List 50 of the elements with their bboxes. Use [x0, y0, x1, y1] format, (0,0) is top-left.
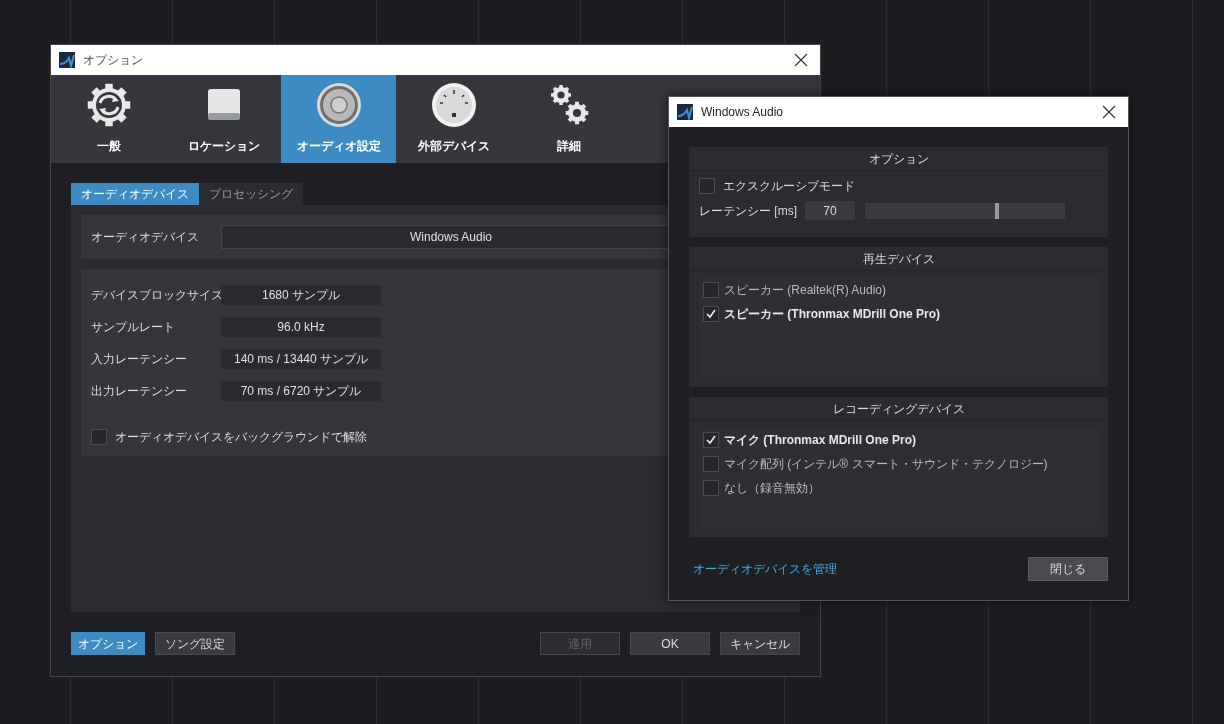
value-field: 70 ms / 6720 サンプル — [221, 381, 381, 401]
checkbox[interactable] — [703, 282, 719, 298]
checkbox-label: エクスクルーシブモード — [723, 178, 855, 195]
device-item[interactable]: なし（録音無効） — [703, 479, 1094, 497]
section-heading: レコーディングデバイス — [689, 397, 1108, 421]
slider-thumb[interactable] — [995, 202, 999, 219]
sub-tab[interactable]: プロセッシング — [199, 183, 303, 205]
checkbox[interactable] — [703, 480, 719, 496]
close-icon[interactable] — [794, 53, 808, 67]
manage-devices-link[interactable]: オーディオデバイスを管理 — [689, 560, 837, 578]
close-icon[interactable] — [1102, 105, 1116, 119]
device-item[interactable]: スピーカー (Thronmax MDrill One Pro) — [703, 305, 1094, 323]
value-field: 140 ms / 13440 サンプル — [221, 349, 381, 369]
field-label: サンプルレート — [91, 319, 176, 336]
category-tab[interactable]: 詳細 — [511, 75, 626, 163]
footer-button[interactable]: OK — [630, 632, 710, 655]
section-heading: 再生デバイス — [689, 247, 1108, 271]
footer-button[interactable]: ソング設定 — [155, 632, 235, 655]
field-label: オーディオデバイス — [91, 229, 200, 246]
value-field: 96.0 kHz — [221, 317, 381, 337]
section-heading: オプション — [689, 147, 1108, 171]
close-button[interactable]: 閉じる — [1028, 557, 1108, 581]
field-label: レーテンシー [ms] — [699, 202, 797, 220]
device-item[interactable]: スピーカー (Realtek(R) Audio) — [703, 281, 1094, 299]
value-field: 1680 サンプル — [221, 285, 381, 305]
device-item[interactable]: マイク配列 (インテル® スマート・サウンド・テクノロジー) — [703, 455, 1094, 473]
category-tab[interactable]: オーディオ設定 — [281, 75, 396, 163]
latency-slider[interactable] — [865, 202, 1065, 219]
app-logo-icon — [677, 104, 693, 120]
category-tab[interactable]: ロケーション — [166, 75, 281, 163]
category-tab[interactable]: 一般 — [51, 75, 166, 163]
checkbox[interactable] — [699, 178, 715, 194]
checkbox[interactable] — [703, 306, 719, 322]
window-title: Windows Audio — [701, 104, 784, 121]
checkbox-label: オーディオデバイスをバックグラウンドで解除 — [115, 429, 367, 446]
footer-button[interactable]: キャンセル — [720, 632, 800, 655]
sub-tab[interactable]: オーディオデバイス — [71, 183, 199, 205]
category-tab[interactable]: 外部デバイス — [396, 75, 511, 163]
field-label: 入力レーテンシー — [91, 351, 188, 368]
checkbox[interactable] — [91, 429, 107, 445]
checkbox[interactable] — [703, 432, 719, 448]
gauge-icon — [429, 81, 478, 129]
speaker-icon — [314, 81, 363, 129]
checkbox[interactable] — [703, 456, 719, 472]
field-label: 出力レーテンシー — [91, 383, 188, 400]
latency-field[interactable]: 70 — [805, 201, 855, 220]
window-title: オプション — [83, 52, 143, 69]
app-logo-icon — [59, 52, 75, 68]
footer-button[interactable]: オプション — [71, 632, 145, 655]
device-item[interactable]: マイク (Thronmax MDrill One Pro) — [703, 431, 1094, 449]
